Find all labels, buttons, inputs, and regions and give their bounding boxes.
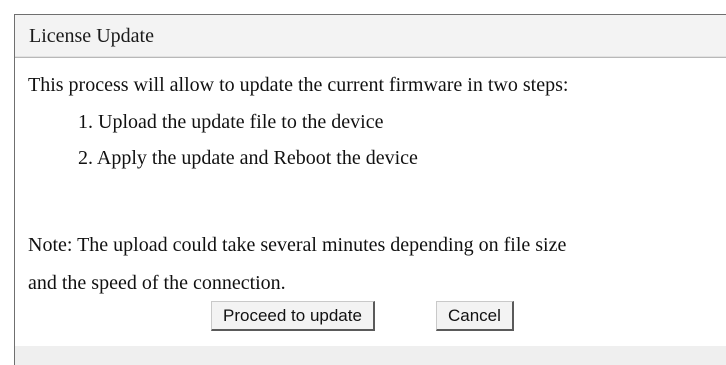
note-text-line-2: and the speed of the connection.: [28, 272, 286, 294]
proceed-to-update-button[interactable]: Proceed to update: [211, 301, 375, 331]
step-apply-reboot: 2. Apply the update and Reboot the devic…: [78, 147, 418, 169]
dialog-title-bar: License Update: [15, 15, 726, 58]
note-text-line-1: Note: The upload could take several minu…: [28, 234, 567, 256]
intro-text: This process will allow to update the cu…: [28, 74, 569, 96]
cancel-button[interactable]: Cancel: [436, 301, 514, 331]
step-upload: 1. Upload the update file to the device: [78, 111, 384, 133]
dialog-title: License Update: [29, 25, 154, 47]
license-update-dialog: License Update This process will allow t…: [14, 14, 726, 365]
dialog-content: This process will allow to update the cu…: [15, 58, 726, 346]
dialog-footer: [15, 346, 726, 365]
